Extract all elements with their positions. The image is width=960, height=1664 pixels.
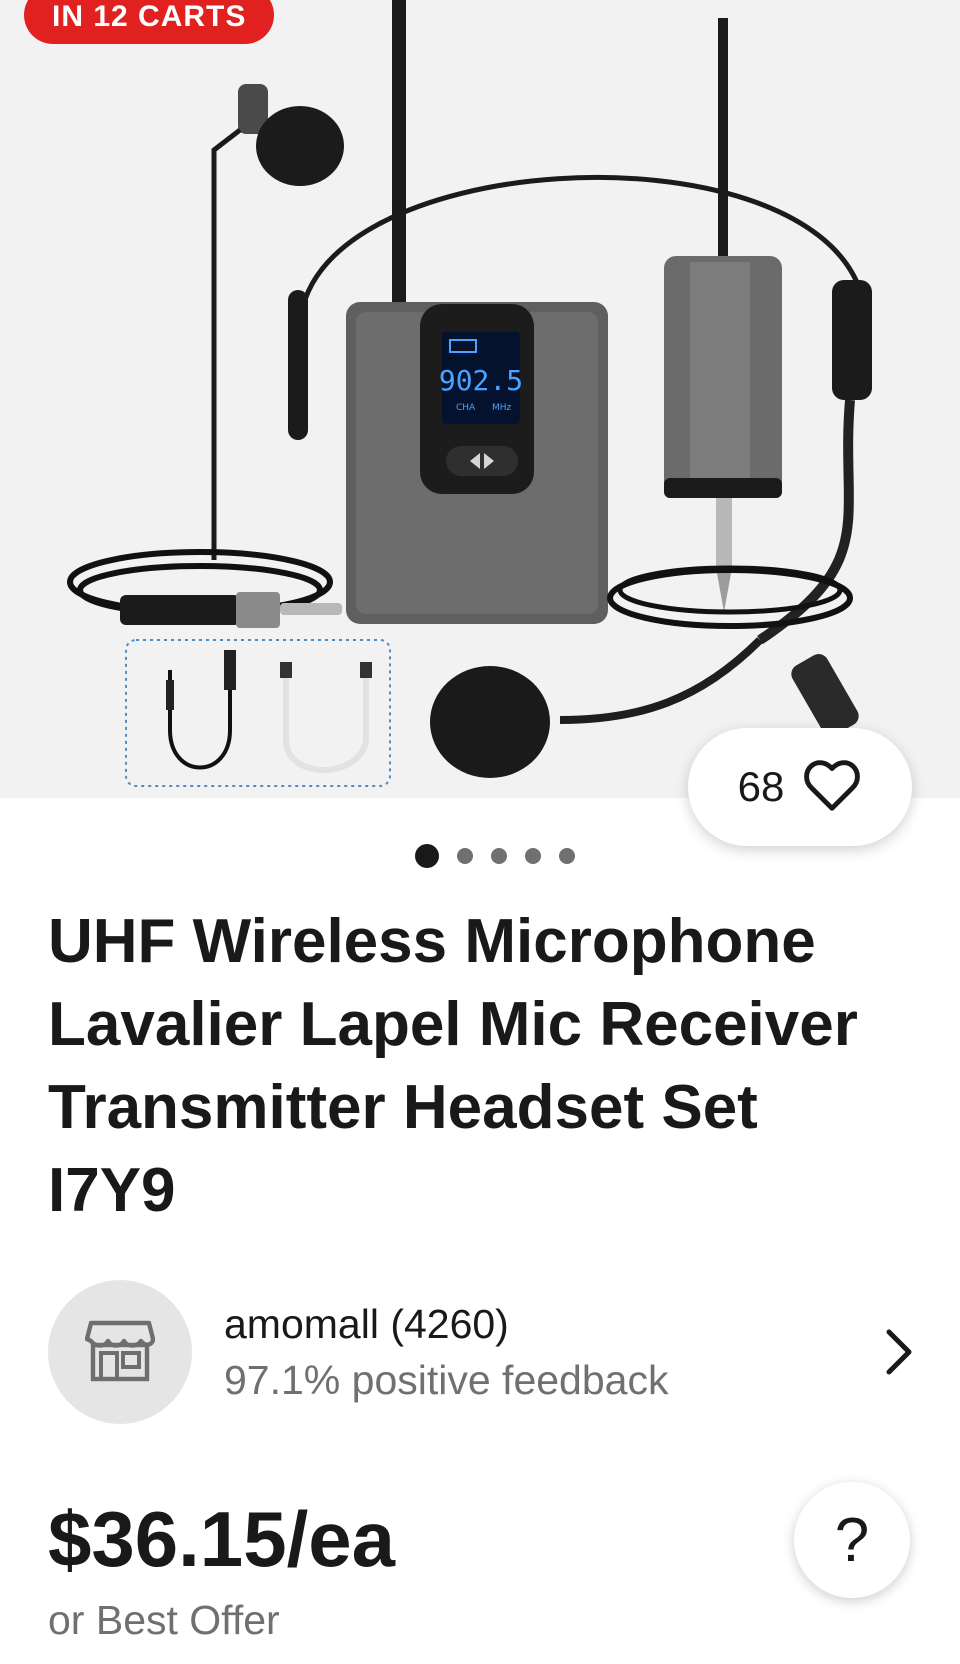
carousel-indicator[interactable] [0, 844, 960, 868]
product-image[interactable]: 902.5 CHA MHz IN 12 CARTS [0, 0, 960, 798]
seller-name: amomall (4260) [224, 1301, 509, 1347]
carousel-dot[interactable] [525, 848, 541, 864]
carousel-dot-active[interactable] [415, 844, 439, 868]
carousel-dot[interactable] [491, 848, 507, 864]
carousel-dot[interactable] [457, 848, 473, 864]
seller-feedback: 97.1% positive feedback [224, 1357, 669, 1403]
carousel-dot[interactable] [559, 848, 575, 864]
watch-count: 68 [737, 763, 785, 810]
microphone-set-illustration: 902.5 CHA MHz [67, 0, 872, 787]
seller-row[interactable]: amomall (4260) 97.1% positive feedback [48, 1280, 918, 1424]
display-frequency: 902.5 [439, 364, 523, 397]
chevron-right-icon [878, 1322, 918, 1382]
store-icon [84, 1317, 156, 1388]
display-unit: MHz [492, 403, 512, 413]
watch-button[interactable]: 68 [688, 728, 912, 846]
in-carts-badge: IN 12 CARTS [24, 0, 275, 44]
item-price: $36.15/ea [48, 1495, 396, 1583]
display-channel: CHA [456, 403, 476, 413]
seller-avatar [48, 1280, 192, 1424]
best-offer-text: or Best Offer [48, 1597, 280, 1643]
heart-outline-icon [802, 758, 862, 817]
listing-title: UHF Wireless Microphone Lavalier Lapel M… [48, 907, 858, 1225]
help-button[interactable]: ? [794, 1482, 910, 1598]
